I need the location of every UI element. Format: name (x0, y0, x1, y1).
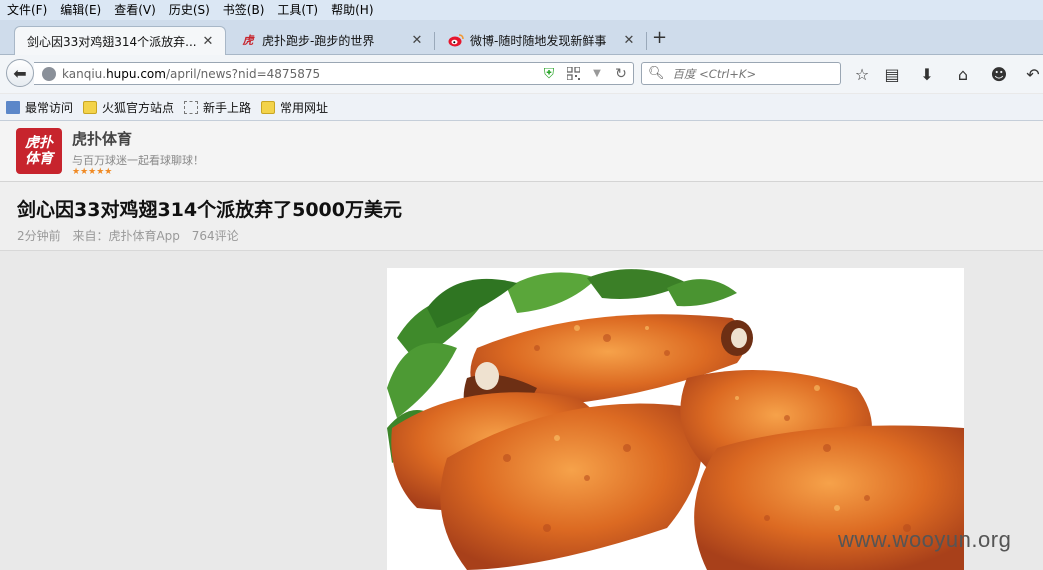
globe-icon (42, 66, 56, 81)
url-text[interactable]: kanqiu.hupu.com/april/news?nid=4875875 (62, 67, 537, 81)
page-content: 虎扑 体育 虎扑体育 与百万球迷一起看球聊球！ ★★★★★ 剑心因33对鸡翅31… (0, 121, 1043, 570)
menu-history[interactable]: 历史(S) (162, 0, 216, 20)
bookmarks-icon (6, 100, 20, 114)
undo-icon[interactable]: ↶ (1022, 64, 1043, 84)
bookmark-label: 最常访问 (25, 100, 74, 115)
tab-strip: 剑心因33对鸡翅314个派放弃... ✕ 虎 虎扑跑步-跑步的世界 ✕ 微博-随… (0, 20, 1043, 55)
tab-title: 微博-随时随地发现新鲜事 (470, 33, 607, 48)
article-source: 来自：虎扑体育App (72, 229, 180, 243)
home-icon[interactable]: ⌂ (952, 64, 974, 84)
bookmark-getting-started[interactable]: 新手上路 (184, 99, 251, 116)
close-icon[interactable]: ✕ (622, 33, 636, 48)
url-bar[interactable]: kanqiu.hupu.com/april/news?nid=4875875 ⛨… (34, 62, 634, 85)
back-button[interactable]: ⬅ (6, 59, 34, 87)
menu-edit[interactable]: 编辑(E) (53, 0, 107, 20)
tab-separator (434, 32, 435, 50)
watermark: www.wooyun.org (838, 527, 1012, 552)
reload-icon[interactable]: ↻ (613, 66, 629, 82)
navigation-bar: kanqiu.hupu.com/april/news?nid=4875875 ⛨… (0, 55, 1043, 93)
menu-bookmarks[interactable]: 书签(B) (216, 0, 271, 20)
article-meta: 2分钟前 来自：虎扑体育App 764评论 (17, 227, 247, 244)
menu-tools[interactable]: 工具(T) (270, 0, 324, 20)
qr-code-icon[interactable] (565, 66, 581, 82)
bookmark-firefox-sites[interactable]: 火狐官方站点 (83, 99, 174, 116)
menu-file[interactable]: 文件(F) (0, 0, 53, 20)
weibo-icon (448, 32, 464, 48)
tab-separator (646, 32, 647, 50)
close-icon[interactable]: ✕ (410, 33, 424, 48)
hupu-icon: 虎 (242, 34, 254, 47)
bookmark-label: 常用网址 (280, 100, 329, 115)
close-icon[interactable]: ✕ (201, 34, 215, 49)
back-arrow-icon: ⬅ (13, 63, 27, 83)
logo-text: 虎扑 (25, 135, 53, 151)
article-header: 剑心因33对鸡翅314个派放弃了5000万美元 2分钟前 来自：虎扑体育App … (0, 182, 1043, 251)
menu-help[interactable]: 帮助(H) (324, 0, 379, 20)
bookmark-label: 新手上路 (203, 100, 252, 115)
tab-weibo[interactable]: 微博-随时随地发现新鲜事 ✕ (436, 26, 646, 54)
hupu-logo[interactable]: 虎扑 体育 (16, 128, 62, 174)
download-icon[interactable]: ⬇ (916, 64, 938, 84)
search-bar[interactable]: 🔍︎ (641, 62, 841, 85)
site-name: 虎扑体育 (72, 130, 133, 148)
site-slogan: 与百万球迷一起看球聊球！ (72, 154, 204, 167)
article-image-chicken-wings (387, 268, 964, 570)
new-tab-button[interactable]: + (652, 27, 667, 48)
tab-hupu-running[interactable]: 虎 虎扑跑步-跑步的世界 ✕ (228, 26, 434, 54)
shield-icon[interactable]: ⛨ (541, 66, 557, 82)
tab-title: 剑心因33对鸡翅314个派放弃... (27, 34, 197, 49)
bookmark-label: 火狐官方站点 (102, 100, 175, 115)
tab-title: 虎扑跑步-跑步的世界 (262, 33, 375, 48)
folder-icon (261, 100, 276, 114)
bookmarks-bar: 最常访问 火狐官方站点 新手上路 常用网址 (0, 94, 1043, 121)
menu-bar: 文件(F) 编辑(E) 查看(V) 历史(S) 书签(B) 工具(T) 帮助(H… (0, 0, 1043, 20)
article-time: 2分钟前 (17, 229, 61, 243)
bookmark-star-icon[interactable]: ☆ (851, 64, 873, 84)
bookmark-common-sites[interactable]: 常用网址 (261, 99, 328, 116)
article-comments[interactable]: 764评论 (192, 229, 239, 243)
url-path: /april/news?nid=4875875 (165, 66, 321, 81)
page-icon (184, 100, 199, 114)
url-prefix: kanqiu. (62, 66, 107, 81)
tab-article[interactable]: 剑心因33对鸡翅314个派放弃... ✕ (14, 26, 226, 55)
reading-list-icon[interactable]: ▤ (881, 64, 903, 84)
folder-icon (83, 100, 98, 114)
menu-view[interactable]: 查看(V) (107, 0, 162, 20)
search-input[interactable] (670, 65, 835, 82)
rating-stars: ★★★★★ (72, 167, 113, 177)
dropdown-arrow-icon[interactable]: ▼ (589, 66, 605, 82)
url-host: hupu.com (106, 66, 166, 81)
site-header: 虎扑 体育 虎扑体育 与百万球迷一起看球聊球！ ★★★★★ (0, 121, 1043, 182)
emoji-icon[interactable]: ☻ (988, 64, 1010, 84)
search-icon: 🔍︎ (648, 66, 665, 81)
logo-text: 体育 (25, 151, 53, 167)
bookmark-most-visited[interactable]: 最常访问 (6, 99, 73, 116)
article-title: 剑心因33对鸡翅314个派放弃了5000万美元 (17, 199, 402, 221)
